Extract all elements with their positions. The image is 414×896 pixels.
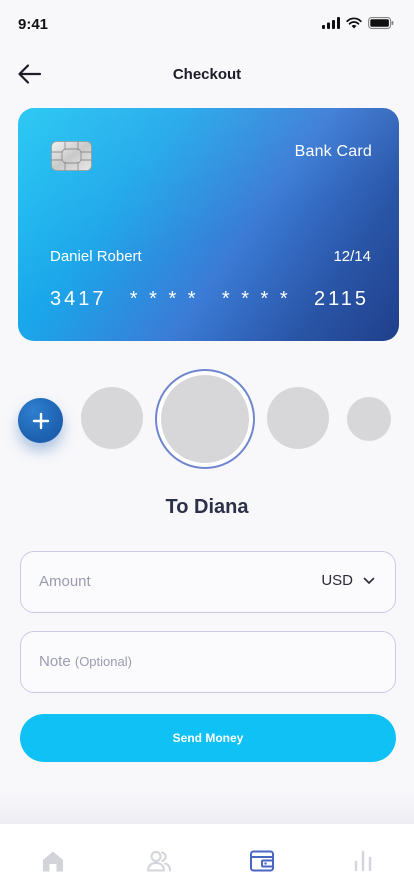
card-number-group-4: 2115 bbox=[313, 288, 369, 310]
selected-contact-ring[interactable] bbox=[155, 369, 255, 469]
card-number-group-2: * * * * bbox=[129, 288, 199, 310]
add-contact-button[interactable] bbox=[18, 398, 63, 443]
note-placeholder-label: Note bbox=[39, 653, 71, 670]
page-title: Checkout bbox=[172, 66, 242, 83]
card-number-group-3: * * * * bbox=[221, 288, 291, 310]
selected-contact-avatar bbox=[161, 375, 249, 463]
card-chip-icon bbox=[51, 141, 92, 171]
contact-avatar[interactable] bbox=[267, 387, 329, 449]
bottom-fade bbox=[0, 790, 414, 824]
recipient-name: To Diana bbox=[165, 496, 249, 518]
battery-icon bbox=[368, 17, 394, 29]
send-money-button[interactable]: Send Money bbox=[20, 714, 396, 762]
status-bar: 9:41 bbox=[0, 0, 414, 48]
tab-stats[interactable] bbox=[350, 848, 376, 874]
header: Checkout bbox=[0, 56, 414, 96]
card-number: 3417 * * * * * * * * 2115 bbox=[50, 288, 369, 311]
note-placeholder: Note (Optional) bbox=[39, 653, 132, 670]
wifi-icon bbox=[346, 17, 362, 29]
note-optional-label: (Optional) bbox=[74, 654, 132, 669]
card-number-group-1: 3417 bbox=[50, 288, 107, 310]
contact-avatar[interactable] bbox=[347, 397, 391, 441]
card-expiry: 12/14 bbox=[333, 248, 371, 265]
tab-wallet[interactable] bbox=[249, 848, 275, 874]
status-icons bbox=[322, 17, 394, 29]
contact-avatar[interactable] bbox=[81, 387, 143, 449]
stats-icon bbox=[354, 850, 372, 872]
tab-home[interactable] bbox=[40, 848, 66, 874]
plus-icon bbox=[32, 412, 49, 429]
card-holder-name: Daniel Robert bbox=[50, 248, 142, 265]
note-field[interactable]: Note (Optional) bbox=[20, 631, 396, 693]
tab-contacts[interactable] bbox=[146, 848, 172, 874]
contacts-carousel bbox=[0, 366, 414, 476]
card-type-label: Bank Card bbox=[294, 143, 372, 160]
chevron-down-icon bbox=[363, 577, 375, 584]
amount-placeholder: Amount bbox=[39, 573, 91, 590]
contacts-icon bbox=[147, 851, 171, 872]
amount-field[interactable]: Amount USD bbox=[20, 551, 396, 613]
currency-value: USD bbox=[321, 572, 353, 589]
tab-bar bbox=[0, 824, 414, 896]
wallet-icon bbox=[250, 850, 274, 872]
bank-card[interactable]: Bank Card Daniel Robert 12/14 3417 * * *… bbox=[18, 108, 399, 341]
signal-icon bbox=[322, 17, 340, 29]
home-icon bbox=[43, 851, 63, 872]
status-time: 9:41 bbox=[18, 16, 49, 33]
currency-select[interactable]: USD bbox=[321, 572, 375, 589]
